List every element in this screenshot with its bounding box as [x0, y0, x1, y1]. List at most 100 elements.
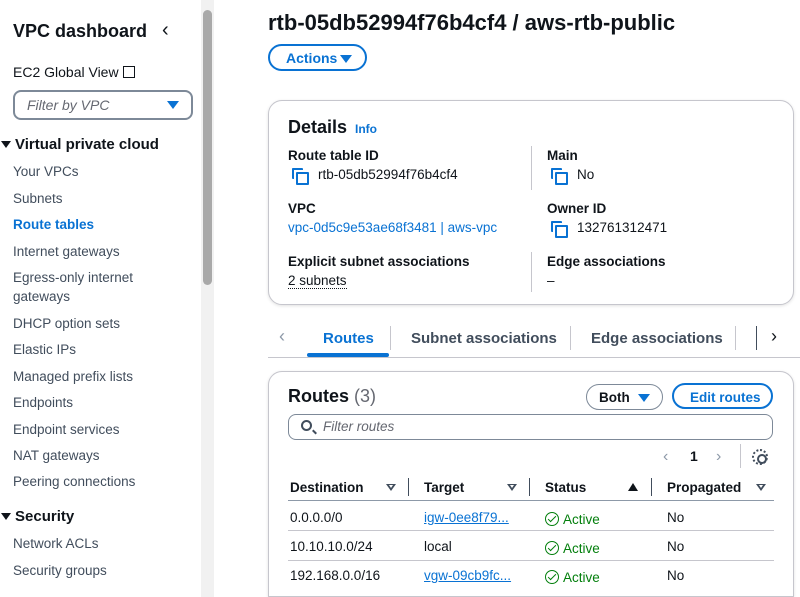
chevron-right-icon: › — [716, 448, 722, 465]
owner-id-label: Owner ID — [547, 201, 607, 216]
actions-label: Actions — [286, 50, 338, 66]
tab-routes[interactable]: Routes — [323, 330, 374, 347]
status-success-icon — [545, 541, 559, 555]
sidebar-item-subnets[interactable]: Subnets — [13, 189, 63, 208]
route-status: Active — [545, 539, 600, 556]
tabs-divider — [268, 357, 800, 358]
column-header-propagated[interactable]: Propagated — [667, 480, 741, 495]
sidebar-section-security[interactable]: Security — [0, 508, 74, 525]
sidebar-section-label: Virtual private cloud — [15, 136, 159, 153]
tab-subnet-associations[interactable]: Subnet associations — [411, 330, 557, 347]
route-status-text: Active — [563, 512, 600, 527]
tab-separator — [390, 326, 391, 350]
sort-ascending-icon[interactable] — [628, 483, 638, 491]
tab-separator — [735, 326, 736, 350]
column-header-destination[interactable]: Destination — [290, 480, 364, 495]
explicit-subnet-associations-value[interactable]: 2 subnets — [288, 273, 347, 289]
caret-down-icon — [638, 394, 650, 402]
route-target-link[interactable]: igw-0ee8f79... — [424, 510, 509, 525]
sidebar-item-route-tables[interactable]: Route tables — [13, 215, 94, 234]
vpc-label: VPC — [288, 201, 316, 216]
external-link-icon — [122, 66, 135, 78]
owner-id-value: 132761312471 — [577, 220, 668, 235]
sidebar-item-your-vpcs[interactable]: Your VPCs — [13, 162, 79, 181]
route-filter-value: Both — [599, 390, 630, 405]
sidebar-item-peering-connections[interactable]: Peering connections — [13, 472, 135, 491]
sidebar-item-dhcp-option-sets[interactable]: DHCP option sets — [13, 314, 120, 333]
previous-page-button[interactable]: ‹ — [663, 448, 668, 466]
sidebar-title[interactable]: VPC dashboard — [13, 21, 147, 42]
column-header-status[interactable]: Status — [545, 480, 586, 495]
search-icon — [301, 420, 312, 431]
page-title: rtb-05db52994f76b4cf4 / aws-rtb-public — [268, 10, 676, 35]
column-divider — [531, 146, 532, 190]
status-success-icon — [545, 570, 559, 584]
sort-icon[interactable] — [386, 484, 396, 491]
next-page-button[interactable]: › — [716, 448, 721, 466]
copy-icon[interactable] — [551, 168, 568, 185]
route-propagated: No — [667, 539, 685, 554]
copy-icon[interactable] — [551, 221, 568, 238]
chevron-right-icon[interactable]: › — [771, 326, 777, 347]
route-filter-dropdown[interactable]: Both — [586, 384, 663, 410]
sidebar-item-endpoint-services[interactable]: Endpoint services — [13, 420, 120, 439]
caret-down-icon — [1, 513, 11, 520]
sidebar-item-egress-only-internet-gateways[interactable]: Egress-only internet gateways — [13, 268, 163, 306]
sidebar-item-managed-prefix-lists[interactable]: Managed prefix lists — [13, 367, 133, 386]
page-number[interactable]: 1 — [690, 448, 698, 464]
subnets-count-link[interactable]: 2 subnets — [288, 273, 347, 289]
sidebar-item-elastic-ips[interactable]: Elastic IPs — [13, 340, 76, 359]
filter-routes-placeholder: Filter routes — [323, 419, 395, 434]
gear-icon[interactable] — [752, 449, 768, 465]
copy-icon[interactable] — [292, 168, 309, 185]
sidebar-item-security-groups[interactable]: Security groups — [13, 561, 107, 580]
route-destination: 10.10.10.0/24 — [290, 539, 373, 554]
chevron-left-icon[interactable]: ‹ — [279, 326, 285, 347]
chevron-left-icon[interactable]: ‹ — [162, 19, 169, 42]
column-resizer[interactable] — [529, 478, 530, 496]
vpc-filter-select[interactable]: Filter by VPC — [13, 90, 193, 120]
tab-separator — [570, 326, 571, 350]
edge-associations-value: – — [547, 273, 555, 288]
vpc-link[interactable]: vpc-0d5c9e53ae68f3481 | aws-vpc — [288, 220, 497, 235]
tab-edge-associations[interactable]: Edge associations — [591, 330, 723, 347]
filter-routes-input[interactable]: Filter routes — [288, 414, 773, 440]
route-destination: 192.168.0.0/16 — [290, 568, 381, 583]
sidebar-item-network-acls[interactable]: Network ACLs — [13, 534, 99, 553]
sort-icon[interactable] — [756, 484, 766, 491]
routes-title: Routes (3) — [288, 386, 376, 407]
caret-down-icon — [340, 55, 352, 63]
sidebar-section-vpc[interactable]: Virtual private cloud — [0, 136, 159, 153]
route-target-link[interactable]: vgw-09cb9fc... — [424, 568, 511, 583]
table-header-divider — [288, 500, 774, 501]
sidebar-scrollbar-thumb[interactable] — [203, 10, 212, 285]
edit-routes-button[interactable]: Edit routes — [672, 383, 773, 409]
route-status-text: Active — [563, 541, 600, 556]
main-label: Main — [547, 148, 578, 163]
sidebar-item-ec2-global-view[interactable]: EC2 Global View — [13, 64, 135, 80]
caret-down-icon — [167, 101, 179, 109]
actions-button[interactable]: Actions — [268, 44, 367, 71]
sidebar-item-nat-gateways[interactable]: NAT gateways — [13, 446, 100, 465]
info-link[interactable]: Info — [355, 122, 377, 136]
route-propagated: No — [667, 568, 685, 583]
caret-down-icon — [1, 141, 11, 148]
sidebar-item-label: EC2 Global View — [13, 64, 119, 80]
sidebar-section-label: Security — [15, 508, 75, 525]
sidebar: VPC dashboard ‹ EC2 Global View Filter b… — [0, 0, 214, 597]
sidebar-item-internet-gateways[interactable]: Internet gateways — [13, 242, 120, 261]
route-propagated: No — [667, 510, 685, 525]
route-status: Active — [545, 568, 600, 585]
edge-associations-label: Edge associations — [547, 254, 666, 269]
sidebar-item-endpoints[interactable]: Endpoints — [13, 393, 73, 412]
column-resizer[interactable] — [651, 478, 652, 496]
chevron-left-icon: ‹ — [663, 448, 669, 465]
column-header-target[interactable]: Target — [424, 480, 464, 495]
row-divider — [288, 560, 774, 561]
main-value: No — [577, 167, 595, 182]
column-resizer[interactable] — [408, 478, 409, 496]
details-title: Details — [288, 117, 348, 137]
vpc-filter-placeholder: Filter by VPC — [27, 97, 110, 113]
explicit-subnet-associations-label: Explicit subnet associations — [288, 254, 470, 269]
sort-icon[interactable] — [507, 484, 517, 491]
